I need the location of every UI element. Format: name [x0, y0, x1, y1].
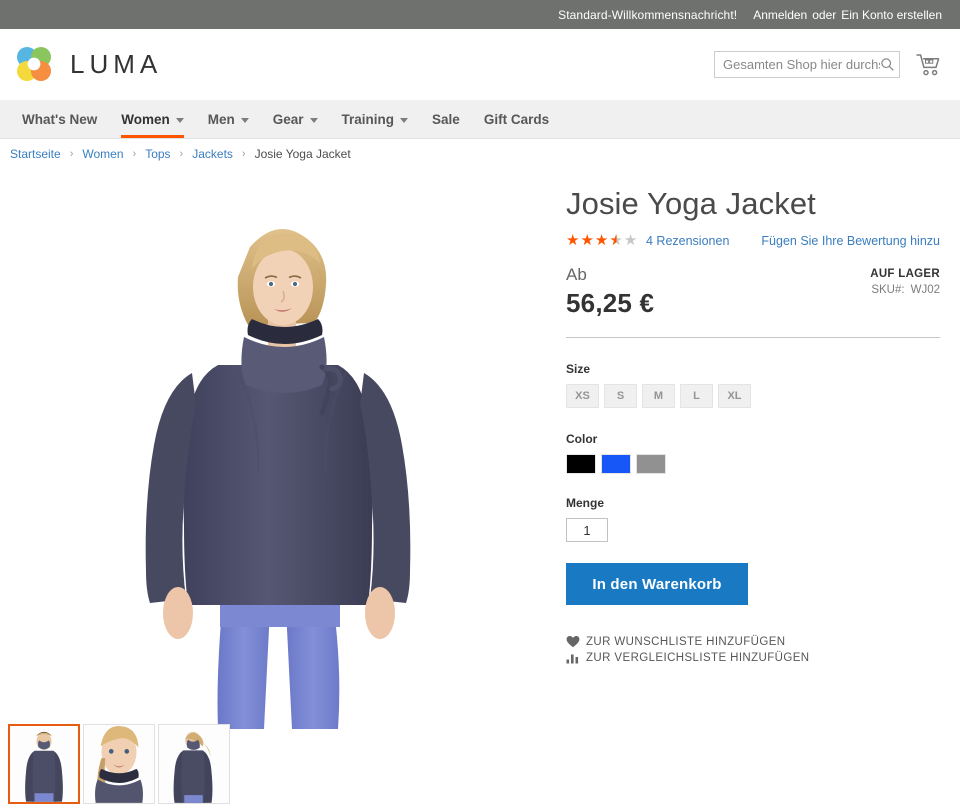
quantity-block: Menge — [566, 496, 940, 543]
add-to-compare-link[interactable]: ZUR VERGLEICHSLISTE HINZUFÜGEN — [566, 651, 940, 664]
divider — [566, 337, 940, 339]
logo-text: LUMA — [70, 49, 163, 79]
breadcrumb-separator: › — [179, 148, 184, 160]
rating-row: ★★★★★ 4 Rezensionen Fügen Sie Ihre Bewer… — [566, 233, 940, 248]
nav-item-gear[interactable]: Gear — [261, 100, 330, 138]
breadcrumb-item-women[interactable]: Women — [82, 147, 123, 161]
thumbnail-2[interactable] — [158, 724, 230, 804]
product-price: 56,25 € — [566, 288, 655, 319]
nav-label: Gift Cards — [483, 111, 550, 127]
bar-chart-icon — [566, 651, 580, 664]
product-gallery — [0, 169, 556, 804]
review-count-link[interactable]: 4 Rezensionen — [646, 234, 729, 248]
chevron-down-icon — [175, 117, 184, 123]
quantity-stepper[interactable] — [566, 518, 608, 543]
breadcrumb-item-current: Josie Yoga Jacket — [254, 147, 351, 161]
chevron-down-icon — [240, 117, 249, 123]
sku-label: SKU#: — [871, 284, 905, 297]
nav-label: Gear — [272, 111, 304, 127]
breadcrumb-separator: › — [241, 148, 246, 160]
shopping-cart-icon[interactable] — [916, 53, 942, 77]
nav-item-sale[interactable]: Sale — [420, 100, 472, 138]
price-stock-row: Ab 56,25 € AUF LAGER SKU#: WJ02 — [566, 264, 940, 319]
thumbnail-1[interactable] — [83, 724, 155, 804]
nav-label: Training — [341, 111, 395, 127]
nav-item-men[interactable]: Men — [196, 100, 261, 138]
create-account-link[interactable]: Ein Konto erstellen — [841, 8, 942, 22]
extra-links: ZUR WUNSCHLISTE HINZUFÜGEN ZUR VERGLEICH… — [566, 635, 940, 664]
nav-label: Sale — [432, 111, 460, 127]
page-title: Josie Yoga Jacket — [566, 186, 816, 221]
main-product-image[interactable] — [0, 169, 556, 729]
color-label: Color — [566, 432, 598, 447]
main-navigation: What's New Women Men Gear Training Sale … — [0, 100, 960, 139]
nav-label: Men — [207, 111, 235, 127]
chevron-down-icon — [400, 117, 409, 123]
top-panel: Standard-Willkommensnachricht! Anmelden … — [0, 0, 960, 29]
sku-value: WJ02 — [910, 284, 940, 297]
sign-in-link[interactable]: Anmelden — [753, 8, 807, 22]
chevron-down-icon — [309, 117, 318, 123]
nav-item-gift-cards[interactable]: Gift Cards — [472, 100, 561, 138]
add-to-wishlist-link[interactable]: ZUR WUNSCHLISTE HINZUFÜGEN — [566, 635, 940, 648]
thumbnail-list — [8, 724, 230, 804]
price-block: Ab 56,25 € — [566, 264, 654, 319]
add-review-link[interactable]: Fügen Sie Ihre Bewertung hinzu — [761, 234, 940, 248]
size-swatch-xl[interactable]: XL — [718, 384, 751, 409]
breadcrumb: Startseite › Women › Tops › Jackets › Jo… — [0, 139, 960, 169]
luma-logo-icon — [12, 43, 56, 87]
status-badge: AUF LAGER — [870, 268, 940, 281]
size-option-block: Size XS S M L XL — [566, 362, 940, 409]
nav-item-women[interactable]: Women — [109, 100, 196, 138]
color-swatch-black[interactable] — [566, 454, 596, 475]
size-label: Size — [566, 362, 591, 377]
size-swatch-m[interactable]: M — [642, 384, 675, 409]
add-to-cart-button[interactable]: In den Warenkorb — [566, 563, 748, 606]
color-swatch-blue[interactable] — [601, 454, 631, 475]
size-swatch-s[interactable]: S — [604, 384, 637, 409]
welcome-message: Standard-Willkommensnachricht! — [558, 7, 738, 22]
price-prefix: Ab — [566, 265, 587, 285]
product-main: Josie Yoga Jacket ★★★★★ 4 Rezensionen Fü… — [0, 169, 960, 804]
sku-line: SKU#: WJ02 — [870, 284, 940, 296]
quantity-label: Menge — [566, 496, 605, 511]
star-rating-icon[interactable]: ★★★★★ — [566, 233, 646, 248]
breadcrumb-item-jackets[interactable]: Jackets — [192, 147, 233, 161]
breadcrumb-item-tops[interactable]: Tops — [145, 147, 170, 161]
heart-icon — [566, 635, 580, 648]
nav-label: Women — [121, 111, 170, 127]
site-header: LUMA — [0, 29, 960, 100]
thumbnail-0[interactable] — [8, 724, 80, 804]
search-icon[interactable] — [880, 57, 895, 72]
search-input[interactable] — [723, 57, 880, 72]
product-info: Josie Yoga Jacket ★★★★★ 4 Rezensionen Fü… — [556, 169, 960, 801]
size-swatch-l[interactable]: L — [680, 384, 713, 409]
or-separator: oder — [812, 7, 837, 22]
size-swatch-xs[interactable]: XS — [566, 384, 599, 409]
color-swatch-row — [566, 454, 940, 475]
logo[interactable]: LUMA — [12, 43, 162, 87]
nav-label: What's New — [22, 111, 98, 127]
header-actions — [714, 51, 942, 78]
breadcrumb-separator: › — [69, 148, 74, 160]
stock-block: AUF LAGER SKU#: WJ02 — [870, 264, 940, 296]
search-box[interactable] — [714, 51, 900, 78]
nav-item-training[interactable]: Training — [330, 100, 421, 138]
color-option-block: Color — [566, 432, 940, 475]
wishlist-label: ZUR WUNSCHLISTE HINZUFÜGEN — [586, 635, 786, 648]
compare-label: ZUR VERGLEICHSLISTE HINZUFÜGEN — [586, 651, 810, 664]
breadcrumb-item-home[interactable]: Startseite — [10, 147, 61, 161]
nav-item-whats-new[interactable]: What's New — [10, 100, 109, 138]
color-swatch-gray[interactable] — [636, 454, 666, 475]
size-swatch-row: XS S M L XL — [566, 384, 940, 409]
breadcrumb-separator: › — [132, 148, 137, 160]
